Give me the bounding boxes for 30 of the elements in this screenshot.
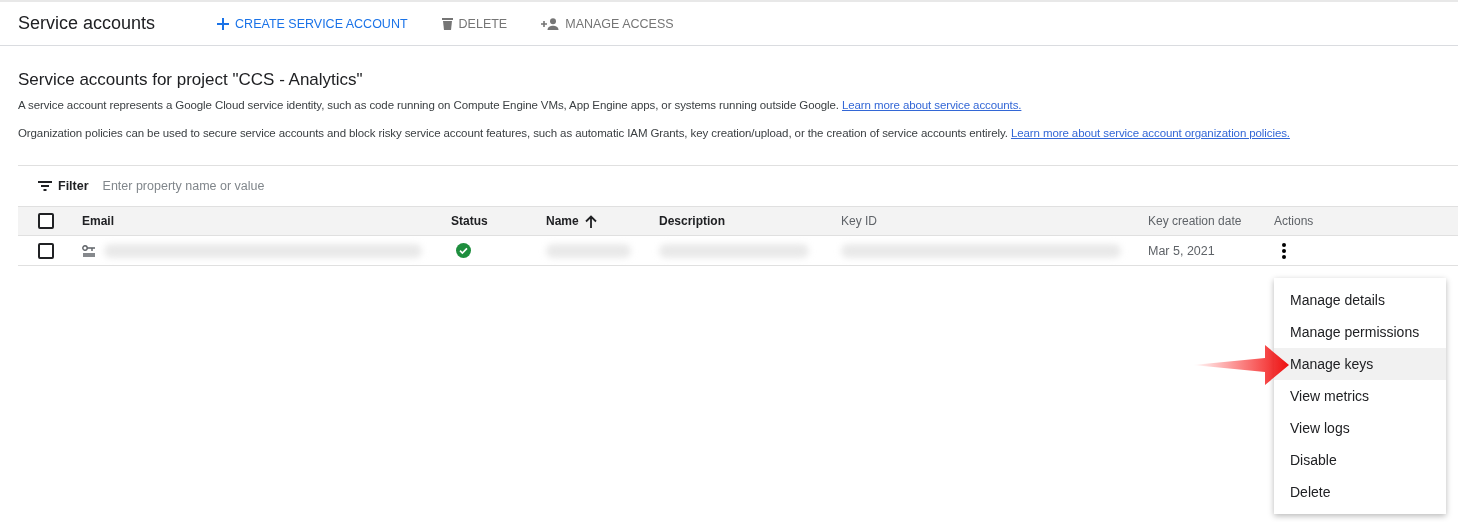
key-icon <box>82 244 96 257</box>
menu-item[interactable]: Manage keys <box>1274 348 1446 380</box>
checkbox[interactable] <box>38 213 54 229</box>
menu-item[interactable]: View logs <box>1274 412 1446 444</box>
column-header[interactable]: Email <box>82 214 114 228</box>
create-button[interactable]: CREATE SERVICE ACCOUNT <box>217 16 408 31</box>
page-title: Service accounts <box>18 13 156 34</box>
plus-icon <box>217 17 230 30</box>
description-text: A service account represents a Google Cloud service identity, such as code running on Compute Engine VMs, App Engine apps, or systems running outside Google. Learn more about service accounts. <box>18 99 1023 111</box>
column-header[interactable]: Description <box>659 214 725 228</box>
description-text: Organization policies can be used to secure service accounts and block risky service account features, such as automatic IAM Grants, key creation/upload, or the creation of service accounts entirely. Learn more about service account organization policies. <box>18 127 1291 139</box>
column-header[interactable]: Key ID <box>841 214 877 228</box>
add-person-icon <box>541 17 560 30</box>
column-header[interactable]: Status <box>451 214 488 228</box>
column-header[interactable]: Actions <box>1274 214 1314 228</box>
menu-item[interactable]: Disable <box>1274 444 1446 476</box>
menu-item[interactable]: Delete <box>1274 476 1446 508</box>
column-header[interactable]: Key creation date <box>1148 214 1242 228</box>
trash-icon <box>441 17 453 30</box>
menu-item[interactable]: View metrics <box>1274 380 1446 412</box>
filter-label: Filter <box>58 179 89 193</box>
menu-item[interactable]: Manage permissions <box>1274 316 1446 348</box>
table-cell-text: Mar 5, 2021 <box>1148 243 1216 258</box>
learn-more-link[interactable]: Learn more about service account organization policies. <box>1010 127 1290 139</box>
section-title: Service accounts for project "CCS - Analytics" <box>18 70 364 90</box>
learn-more-link[interactable]: Learn more about service accounts. <box>842 99 1022 111</box>
column-header[interactable]: Name <box>546 214 597 228</box>
menu-item[interactable]: Manage details <box>1274 284 1446 316</box>
filter-icon <box>38 181 52 191</box>
checkbox[interactable] <box>38 242 54 259</box>
